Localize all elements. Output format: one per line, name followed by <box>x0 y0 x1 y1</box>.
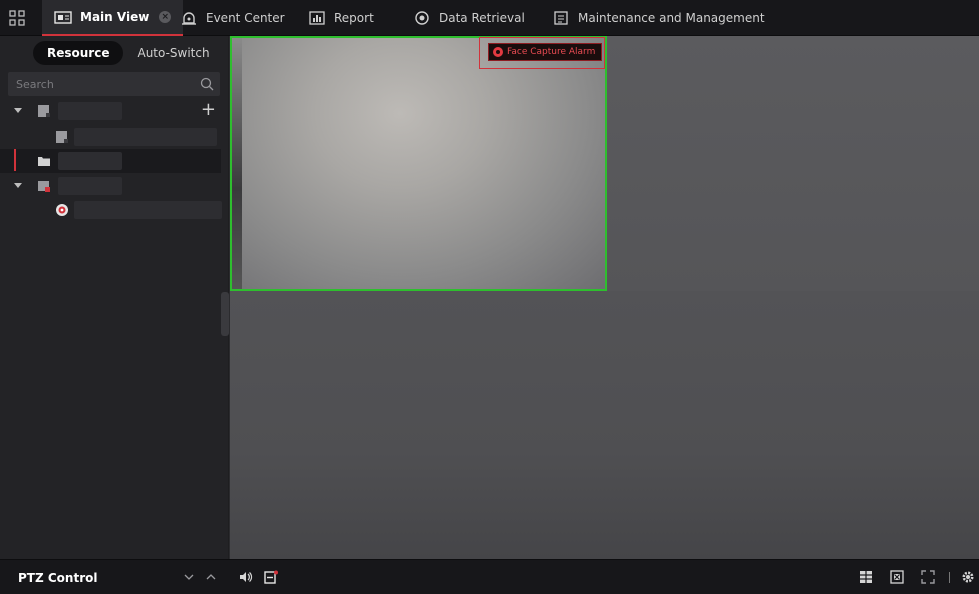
tab-event-center[interactable]: Event Center <box>180 0 285 36</box>
redacted-node-name <box>58 177 122 195</box>
tab-data-retrieval-label: Data Retrieval <box>439 11 525 25</box>
video-window-1[interactable] <box>230 36 607 291</box>
folder-icon <box>38 157 50 166</box>
bottom-toolbar: PTZ Control <box>0 559 979 594</box>
fullscreen-icon[interactable] <box>920 569 936 585</box>
face-capture-alarm-badge[interactable]: Face Capture Alarm <box>488 43 603 61</box>
main-view-window: Main View × Event Center Report Data Ret… <box>0 0 979 594</box>
apps-grid-icon[interactable] <box>9 10 25 26</box>
tab-main-view[interactable]: Main View × <box>42 0 184 36</box>
toolbar-divider <box>949 572 950 583</box>
alarm-area-icon <box>38 181 50 192</box>
resource-sidebar: Resource Auto-Switch + <box>0 36 229 559</box>
tree-node-area[interactable]: + <box>0 100 228 122</box>
chevron-up-icon[interactable] <box>203 569 219 585</box>
close-tab-icon[interactable]: × <box>159 11 172 23</box>
camera-alarm-icon <box>56 204 68 216</box>
audio-icon[interactable] <box>238 569 254 585</box>
tree-node-alarm-area[interactable] <box>0 175 228 197</box>
sidebar-collapse-handle[interactable] <box>221 292 229 336</box>
resource-tab-button[interactable]: Resource <box>33 41 124 65</box>
report-icon <box>308 11 326 25</box>
chevron-down-icon[interactable] <box>181 569 197 585</box>
tab-report-label: Report <box>334 11 374 25</box>
ptz-control-label[interactable]: PTZ Control <box>18 571 97 585</box>
area-node-icon <box>38 105 50 117</box>
recording-icon[interactable] <box>263 569 279 585</box>
live-view-area: Face Capture Alarm <box>229 36 979 559</box>
tab-event-center-label: Event Center <box>206 11 285 25</box>
alarm-icon <box>493 47 503 57</box>
gear-icon[interactable] <box>960 569 976 585</box>
main-view-icon <box>54 10 72 24</box>
search-input[interactable] <box>8 72 198 96</box>
device-node-icon <box>56 131 68 143</box>
redacted-node-name <box>74 128 217 146</box>
tab-main-view-label: Main View <box>80 10 150 24</box>
tree-node-folder-selected[interactable] <box>0 149 221 173</box>
event-center-icon <box>180 11 198 25</box>
tab-report[interactable]: Report <box>308 0 374 36</box>
top-navigation-bar: Main View × Event Center Report Data Ret… <box>0 0 979 36</box>
expand-arrow-icon[interactable] <box>13 105 23 115</box>
alarm-label: Face Capture Alarm <box>507 47 596 57</box>
auto-switch-tab-button[interactable]: Auto-Switch <box>123 41 223 65</box>
add-icon[interactable]: + <box>201 101 216 119</box>
tab-maintenance-label: Maintenance and Management <box>578 11 765 25</box>
resource-search-box <box>8 72 220 96</box>
redacted-node-name <box>58 152 122 170</box>
data-retrieval-icon <box>413 11 431 25</box>
video-window-3[interactable] <box>230 291 979 559</box>
video-edge-strip <box>232 38 242 289</box>
video-window-2[interactable] <box>607 36 979 291</box>
tab-maintenance-and-management[interactable]: Maintenance and Management <box>552 0 765 36</box>
tree-node-device[interactable] <box>0 126 228 148</box>
close-all-windows-icon[interactable] <box>889 569 905 585</box>
window-layout-icon[interactable] <box>858 569 874 585</box>
maintenance-icon <box>552 11 570 25</box>
search-icon[interactable] <box>200 77 214 91</box>
tree-node-camera[interactable] <box>0 199 228 221</box>
redacted-node-name <box>74 201 222 219</box>
tab-data-retrieval[interactable]: Data Retrieval <box>413 0 525 36</box>
redacted-node-name <box>58 102 122 120</box>
resource-mode-switch: Resource Auto-Switch <box>33 41 224 65</box>
expand-arrow-icon[interactable] <box>13 180 23 190</box>
